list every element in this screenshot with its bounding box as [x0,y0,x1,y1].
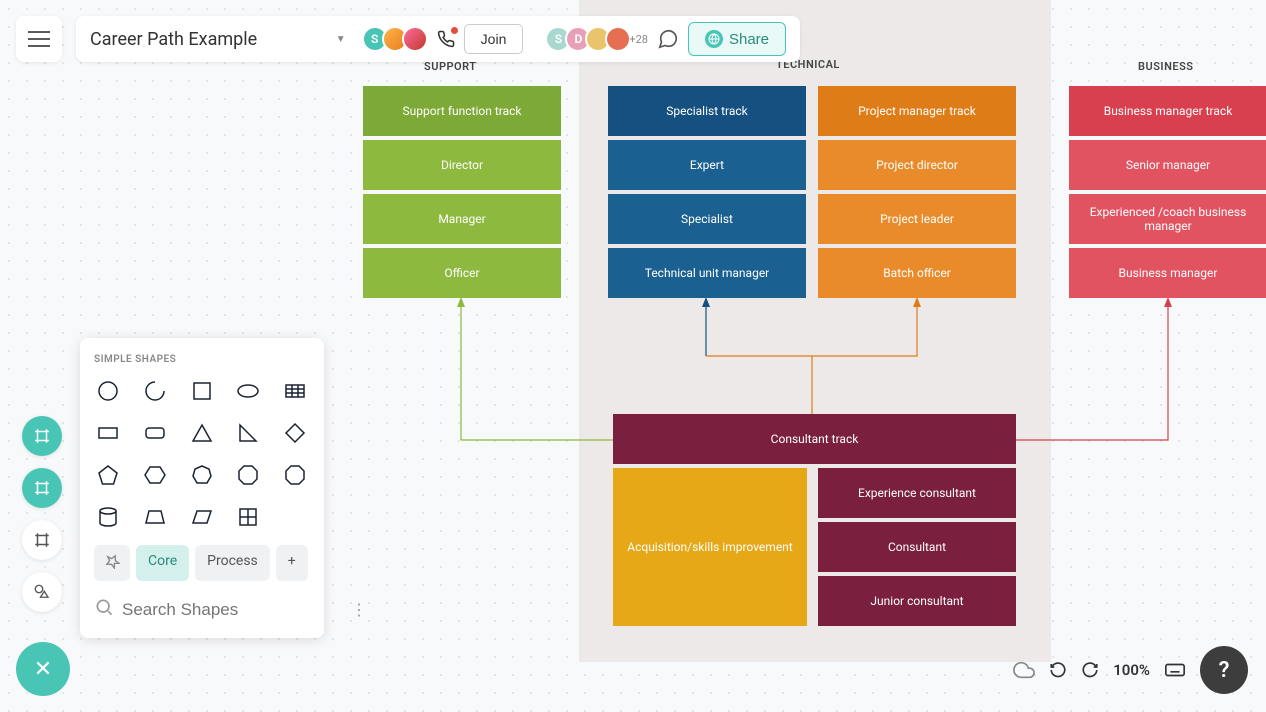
shape-octagon2[interactable] [281,461,309,489]
shape-rect[interactable] [94,419,122,447]
search-input[interactable] [122,600,343,620]
block-exp-consultant[interactable]: Experience consultant [818,468,1016,518]
shape-rounded-rect[interactable] [141,419,169,447]
block-proj-director[interactable]: Project director [818,140,1016,190]
shape-square[interactable] [188,377,216,405]
shape-hexagon[interactable] [141,461,169,489]
shape-table[interactable] [281,377,309,405]
zoom-level[interactable]: 100% [1113,661,1150,679]
col-label-business: BUSINESS [1138,60,1194,73]
panel-header: SIMPLE SHAPES [94,354,310,365]
frame-tool-3[interactable] [22,520,62,560]
title-bar: Career Path Example ▼ S Join S D +28 Sha… [76,16,800,62]
block-biz-mgr[interactable]: Business manager [1069,248,1266,298]
shape-trapezoid[interactable] [141,503,169,531]
document-title[interactable]: Career Path Example [90,29,257,50]
block-spec-specialist[interactable]: Specialist [608,194,806,244]
collaborator-avatars: S [368,26,428,52]
top-toolbar: Career Path Example ▼ S Join S D +28 Sha… [16,16,800,62]
frame-tool-2[interactable] [22,468,62,508]
avatar[interactable] [605,26,631,52]
help-button[interactable]: ? [1200,646,1248,694]
side-tools [22,416,62,612]
search-icon [94,597,114,622]
block-proj-leader[interactable]: Project leader [818,194,1016,244]
shape-ellipse[interactable] [234,377,262,405]
block-biz-exp[interactable]: Experienced /coach business manager [1069,194,1266,244]
block-consultant-track[interactable]: Consultant track [613,414,1016,464]
share-label: Share [729,31,769,48]
more-icon[interactable]: ⋮ [351,600,367,619]
shape-triangle[interactable] [188,419,216,447]
share-button[interactable]: Share [688,22,786,56]
search-row: ⋮ [94,591,310,622]
redo-button[interactable] [1081,661,1099,679]
hamburger-menu[interactable] [16,16,62,62]
block-junior-consultant[interactable]: Junior consultant [818,576,1016,626]
block-biz-senior[interactable]: Senior manager [1069,140,1266,190]
bottom-controls: 100% ? [1013,646,1248,694]
shape-grid [94,377,310,531]
shapes-tool[interactable] [22,572,62,612]
tab-core[interactable]: Core [136,545,189,581]
block-spec-tum[interactable]: Technical unit manager [608,248,806,298]
block-spec-track[interactable]: Specialist track [608,86,806,136]
block-support-director[interactable]: Director [363,140,561,190]
shape-diamond[interactable] [281,419,309,447]
block-support-officer[interactable]: Officer [363,248,561,298]
shape-heptagon[interactable] [188,461,216,489]
close-panel-button[interactable]: ✕ [16,642,70,696]
tab-add[interactable]: + [276,545,308,581]
block-spec-expert[interactable]: Expert [608,140,806,190]
shape-circle[interactable] [94,377,122,405]
undo-button[interactable] [1049,661,1067,679]
block-support-track[interactable]: Support function track [363,86,561,136]
cloud-sync-icon[interactable] [1013,659,1035,681]
block-biz-track[interactable]: Business manager track [1069,86,1266,136]
comment-icon[interactable] [654,25,682,53]
shape-octagon[interactable] [234,461,262,489]
shape-pentagon[interactable] [94,461,122,489]
tab-process[interactable]: Process [195,545,270,581]
shape-right-triangle[interactable] [234,419,262,447]
block-proj-track[interactable]: Project manager track [818,86,1016,136]
shape-tabs: Core Process + [94,545,310,581]
more-viewers-count[interactable]: +28 [629,33,648,46]
join-button[interactable]: Join [464,24,524,54]
avatar[interactable] [402,26,428,52]
title-dropdown-icon[interactable]: ▼ [320,34,362,45]
call-icon[interactable] [432,25,460,53]
shape-grid[interactable] [234,503,262,531]
keyboard-icon[interactable] [1164,659,1186,681]
block-acquisition[interactable]: Acquisition/skills improvement [613,468,807,626]
globe-icon [705,30,723,48]
block-consultant[interactable]: Consultant [818,522,1016,572]
viewer-avatars: S D [551,26,631,52]
shapes-panel: SIMPLE SHAPES Core Process + ⋮ [80,338,324,638]
frame-tool-active[interactable] [22,416,62,456]
shape-arc[interactable] [141,377,169,405]
shape-cylinder[interactable] [94,503,122,531]
hamburger-icon [28,38,50,40]
block-proj-batch[interactable]: Batch officer [818,248,1016,298]
pin-tab[interactable] [94,545,130,581]
shape-parallelogram[interactable] [188,503,216,531]
block-support-manager[interactable]: Manager [363,194,561,244]
